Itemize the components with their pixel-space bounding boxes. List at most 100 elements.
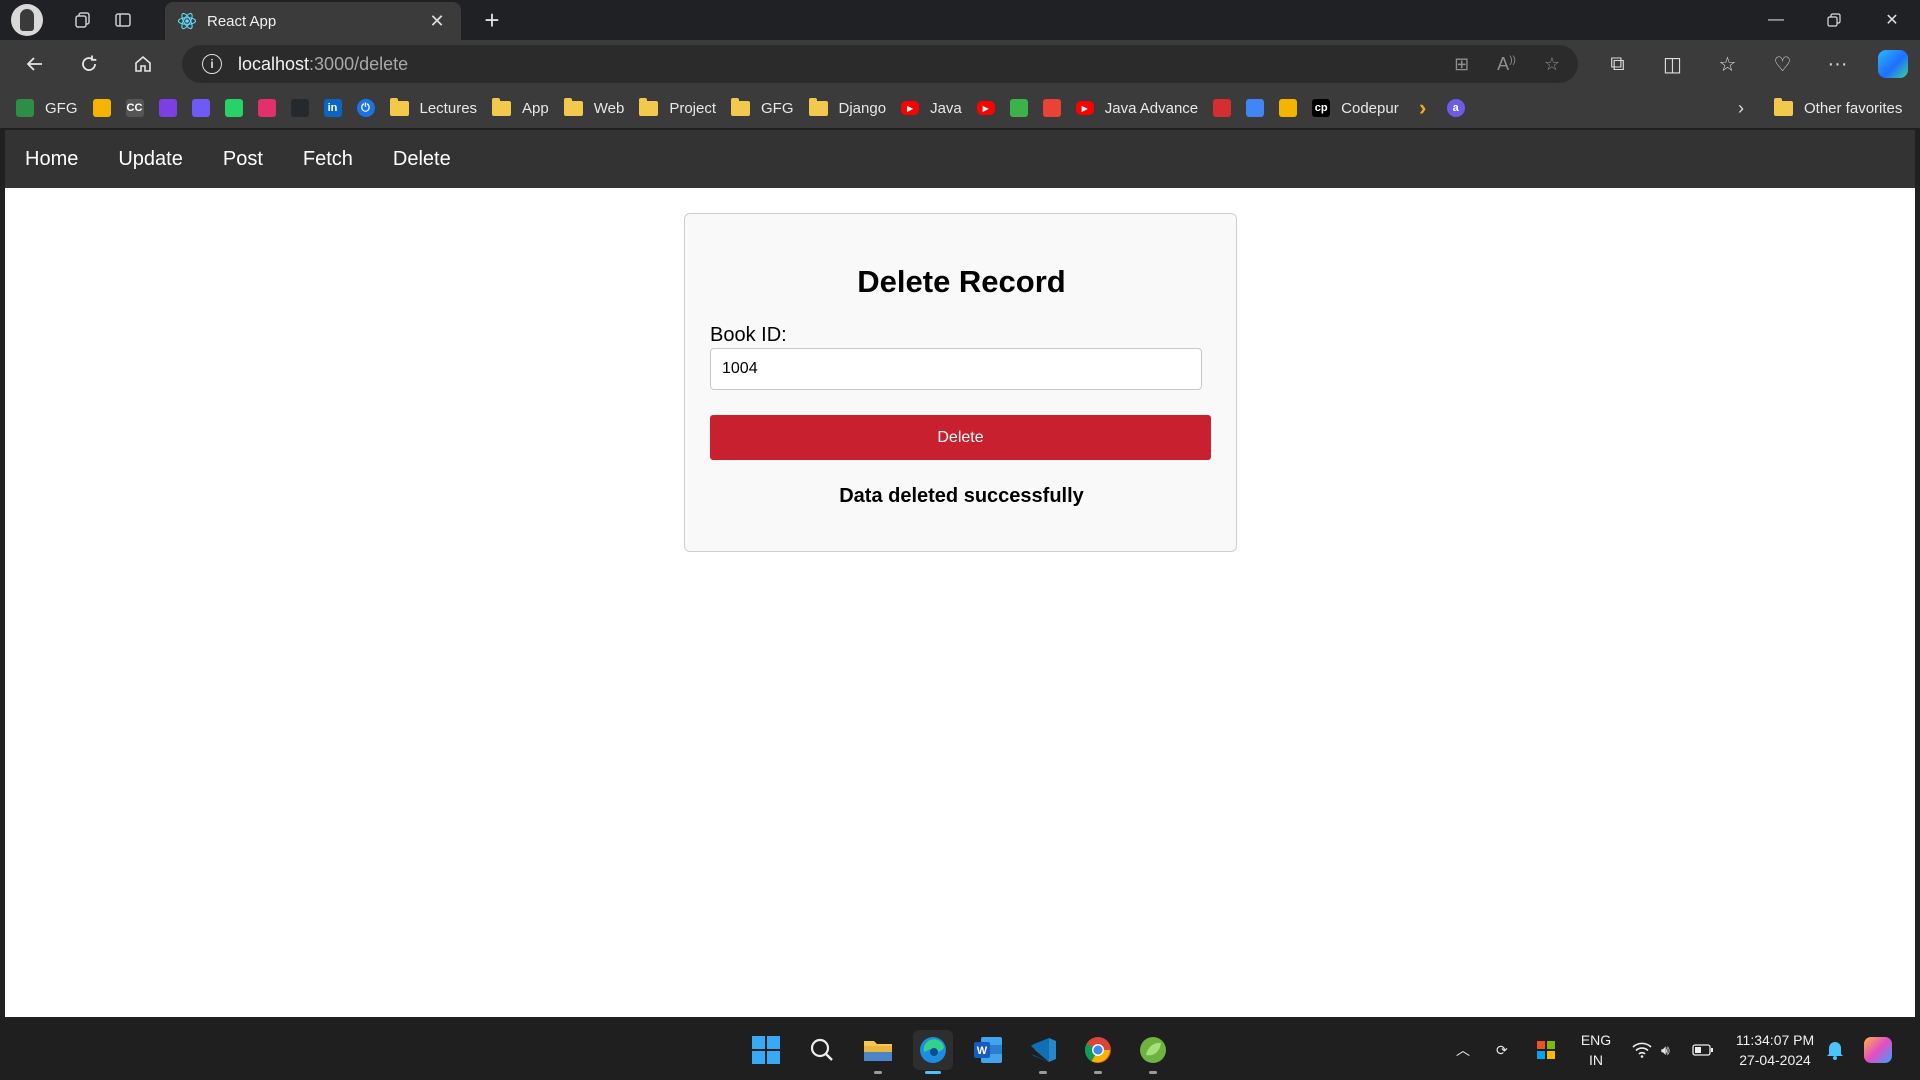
nav-post-link[interactable]: Post [223, 148, 263, 171]
collections-icon[interactable] [63, 0, 103, 40]
bar-chart-icon [92, 99, 111, 117]
favorite-item[interactable]: GFG [731, 88, 794, 128]
wifi-icon[interactable] [1632, 1020, 1652, 1080]
favorite-label: Java [930, 99, 962, 117]
split-screen-icon[interactable]: ◫ [1645, 52, 1700, 77]
favorite-item[interactable]: GFG [16, 88, 78, 128]
region-label: IN [1589, 1052, 1603, 1068]
windows-start-icon[interactable] [746, 1030, 786, 1070]
back-arrow-icon[interactable] [8, 44, 62, 84]
folder-icon [731, 97, 751, 116]
restore-icon[interactable] [1806, 0, 1862, 40]
favorite-item[interactable] [257, 88, 276, 128]
nav-home-link[interactable]: Home [25, 148, 78, 171]
favorite-item[interactable] [1009, 88, 1028, 128]
favorite-item[interactable] [1042, 88, 1061, 128]
favorite-label: GFG [761, 99, 794, 117]
spring-tool-icon[interactable] [1133, 1030, 1173, 1074]
favorite-label: Django [838, 99, 887, 117]
sync-icon[interactable]: ⟳ [1496, 1020, 1508, 1080]
file-explorer-icon[interactable] [858, 1030, 898, 1074]
copilot-icon[interactable] [1878, 50, 1908, 78]
clock-date: 27-04-2024 [1739, 1052, 1811, 1068]
site-info-icon[interactable]: i [202, 54, 222, 74]
volume-icon[interactable]: 🔊︎ [1661, 1020, 1670, 1080]
favorite-item[interactable] [1279, 88, 1298, 128]
nav-fetch-link[interactable]: Fetch [303, 148, 353, 171]
chevron-right-icon: › [1419, 95, 1427, 120]
read-aloud-icon[interactable]: A)) [1497, 54, 1516, 75]
favorite-item[interactable]: Django [808, 88, 887, 128]
favorite-item[interactable] [191, 88, 210, 128]
favorite-item[interactable]: App [492, 88, 549, 128]
favorite-item[interactable] [1246, 88, 1265, 128]
word-icon[interactable]: W [968, 1030, 1008, 1070]
close-tab-icon[interactable]: ✕ [425, 11, 449, 32]
vscode-icon[interactable] [1023, 1030, 1063, 1074]
power-icon: ⏻ [356, 99, 375, 117]
edge-browser-icon[interactable] [913, 1030, 953, 1074]
more-menu-icon[interactable]: ··· [1810, 53, 1865, 76]
favorite-label: Java Advance [1104, 99, 1199, 117]
other-favorites[interactable]: Other favorites [1774, 88, 1902, 128]
new-tab-button[interactable]: + [474, 0, 510, 40]
nav-update-link[interactable]: Update [118, 148, 183, 171]
profile-avatar[interactable] [11, 4, 43, 36]
delete-button[interactable]: Delete [710, 415, 1211, 460]
browser-essentials-icon[interactable]: ♡ [1755, 52, 1810, 77]
system-clock[interactable]: 11:34:07 PM 27-04-2024 [1730, 1030, 1820, 1070]
app-available-icon[interactable]: ⊞ [1454, 54, 1469, 75]
favorite-item[interactable] [224, 88, 243, 128]
favorite-item[interactable]: in [323, 88, 342, 128]
show-hidden-icons-icon[interactable]: ︿ [1456, 1020, 1470, 1080]
favorite-label: Web [593, 99, 625, 117]
book-id-input[interactable] [710, 348, 1202, 390]
search-icon[interactable] [802, 1030, 842, 1070]
favorite-item[interactable]: CC [125, 88, 144, 128]
favorite-item[interactable]: ▶ Java [901, 88, 962, 128]
nav-delete-link[interactable]: Delete [393, 148, 451, 171]
youtube-icon: ▶ [901, 101, 920, 115]
favorite-item[interactable]: Lectures [389, 88, 478, 128]
favorite-item[interactable]: Project [639, 88, 716, 128]
home-icon[interactable] [116, 44, 170, 84]
input-language[interactable]: ENG IN [1578, 1030, 1614, 1070]
refresh-icon[interactable] [62, 44, 116, 84]
favorite-item[interactable] [1213, 88, 1232, 128]
address-bar[interactable]: i localhost:3000/delete ⊞ A)) ☆ [182, 45, 1578, 83]
favorites-icon[interactable]: ☆ [1700, 52, 1755, 77]
delete-record-card: Delete Record Book ID: Delete Data delet… [684, 213, 1237, 552]
close-window-icon[interactable]: ✕ [1864, 0, 1920, 40]
favorite-item[interactable]: › [1414, 88, 1432, 128]
battery-icon[interactable] [1692, 1020, 1714, 1080]
widgets-tray-icon[interactable] [1536, 1020, 1556, 1080]
favorite-label: Codepur [1341, 99, 1399, 117]
notification-bell-icon[interactable] [1826, 1020, 1844, 1080]
url-host: localhost [238, 53, 310, 74]
favorite-item[interactable] [290, 88, 309, 128]
svg-text:W: W [977, 1045, 988, 1057]
folder-icon [389, 97, 409, 116]
extensions-icon[interactable]: ⧉ [1590, 53, 1645, 76]
favorite-item[interactable]: ▶ Java Advance [1075, 88, 1199, 128]
page-viewport: Home Update Post Fetch Delete Delete Rec… [5, 130, 1915, 1017]
favorites-bar: GFG CC in ⏻ Lectures App Web Project GFG Django ▶ J… [0, 88, 1920, 128]
favorite-item[interactable] [92, 88, 111, 128]
minimize-icon[interactable]: — [1748, 0, 1804, 40]
favorite-item[interactable]: a [1446, 88, 1465, 128]
browser-tab[interactable]: React App ✕ [165, 2, 461, 40]
favorite-item[interactable]: Web [563, 88, 625, 128]
favorite-item[interactable]: ⏻ [356, 88, 375, 128]
favorite-label: Lectures [419, 99, 478, 117]
favorite-label: Project [669, 99, 717, 117]
copilot-taskbar-icon[interactable] [1864, 1020, 1892, 1080]
chevron-right-icon[interactable]: › [1726, 88, 1756, 128]
folder-icon [639, 97, 659, 116]
favorite-item[interactable] [158, 88, 177, 128]
favorite-item[interactable]: cp Codepur [1312, 88, 1399, 128]
tab-actions-icon[interactable] [103, 0, 143, 40]
favorite-star-icon[interactable]: ☆ [1544, 54, 1560, 75]
favorite-item[interactable]: ▶ [976, 88, 995, 128]
gfg-icon [16, 99, 34, 117]
chrome-icon[interactable] [1078, 1030, 1118, 1074]
